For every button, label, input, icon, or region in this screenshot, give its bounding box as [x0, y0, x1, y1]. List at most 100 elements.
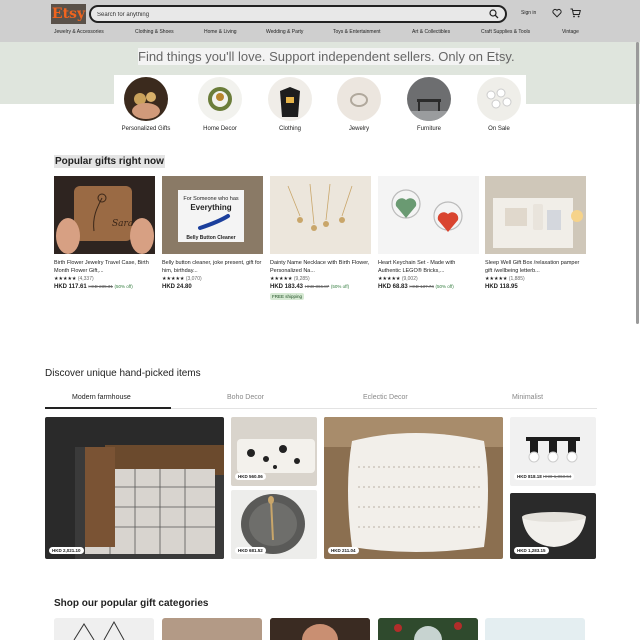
packaging-text-1: For Someone who has: [183, 196, 239, 202]
circle-label-clothing[interactable]: Clothing: [255, 126, 325, 132]
review-count: (3,070): [185, 276, 202, 282]
product-price-2: HKD 24.80: [162, 284, 192, 290]
rating-stars: ★★★★★: [54, 276, 77, 282]
nav-jewelry[interactable]: Jewelry & Accessories: [54, 29, 104, 35]
nav-toys[interactable]: Toys & Entertainment: [333, 29, 381, 35]
sale-price: HKD 68.83: [378, 284, 408, 290]
price-tag-stool: HKD 2,021.10: [49, 547, 84, 554]
original-price: HKD 366.87: [304, 284, 330, 289]
product-title-1[interactable]: Birth Flower Jewelry Travel Case, Birth …: [54, 259, 155, 275]
circle-personalized-gifts[interactable]: [124, 77, 168, 121]
rating-stars: ★★★★★: [378, 276, 401, 282]
product-rating-2: ★★★★★ (3,070): [162, 276, 202, 282]
page-scrollbar[interactable]: [636, 42, 639, 324]
price-tag-bowl: HKD 1,283.15: [514, 547, 549, 554]
gift-category-tile-4[interactable]: [378, 618, 478, 640]
circle-clothing[interactable]: [268, 77, 312, 121]
circle-label-furniture[interactable]: Furniture: [394, 126, 464, 132]
rating-stars: ★★★★★: [485, 276, 508, 282]
original-price: HKD 235.31: [88, 284, 113, 289]
gift-category-tile-2[interactable]: [162, 618, 262, 640]
review-count: (1,885): [508, 276, 525, 282]
product-rating-4: ★★★★★ (9,002): [378, 276, 418, 282]
product-image-4[interactable]: [378, 176, 479, 254]
tab-eclectic-decor[interactable]: Eclectic Decor: [363, 394, 408, 401]
review-count: (9,002): [401, 276, 418, 282]
shop-categories-title: Shop our popular gift categories: [54, 598, 209, 609]
product-rating-3: ★★★★★ (9,285): [270, 276, 310, 282]
tile-stool[interactable]: HKD 2,021.10: [45, 417, 224, 559]
product-price-1: HKD 117.61 HKD 235.31 (50% off): [54, 284, 133, 290]
discover-title: Discover unique hand-picked items: [45, 368, 201, 379]
product-rating-5: ★★★★★ (1,885): [485, 276, 525, 282]
nav-home[interactable]: Home & Living: [204, 29, 237, 35]
category-nav: Jewelry & Accessories Clothing & Shoes H…: [0, 29, 640, 39]
product-image-3[interactable]: [270, 176, 371, 254]
tile-plate[interactable]: HKD 560.06: [231, 417, 317, 486]
product-title-4[interactable]: Heart Keychain Set - Made with Authentic…: [378, 259, 479, 275]
active-tab-indicator: [45, 407, 171, 409]
tab-minimalist[interactable]: Minimalist: [512, 394, 543, 401]
product-price-3: HKD 183.43 HKD 366.87 (50% off): [270, 284, 349, 290]
hero-headline: Find things you'll love. Support indepen…: [138, 48, 515, 65]
tile-bowl[interactable]: HKD 1,283.15: [510, 493, 596, 559]
sale-price: HKD 118.95: [485, 284, 518, 290]
product-title-2[interactable]: Belly button cleaner, joke present, gift…: [162, 259, 263, 275]
original-price: HKD 137.74: [409, 284, 434, 289]
rating-stars: ★★★★★: [162, 276, 185, 282]
tile-tray[interactable]: HKD 681.52: [231, 490, 317, 559]
sale-price: HKD 117.61: [54, 284, 87, 290]
favorites-heart-icon[interactable]: [552, 8, 562, 18]
nav-wedding[interactable]: Wedding & Party: [266, 29, 303, 35]
product-image-5[interactable]: [485, 176, 586, 254]
circle-label-jewelry[interactable]: Jewelry: [324, 126, 394, 132]
tile-pillow[interactable]: HKD 211.04: [324, 417, 503, 559]
circle-label-on-sale[interactable]: On Sale: [464, 126, 534, 132]
search-input[interactable]: [97, 8, 477, 21]
product-rating-1: ★★★★★ (4,337): [54, 276, 94, 282]
discount: (50% off): [330, 284, 350, 289]
nav-vintage[interactable]: Vintage: [562, 29, 579, 35]
sale-price: HKD 183.43: [270, 284, 304, 290]
review-count: (9,285): [293, 276, 310, 282]
circle-label-home-decor[interactable]: Home Decor: [185, 126, 255, 132]
circle-label-personalized[interactable]: Personalized Gifts: [111, 126, 181, 132]
search-bar[interactable]: [89, 5, 507, 23]
product-image-1[interactable]: Sarah: [54, 176, 155, 254]
lamp-sale-price: HKD 818.18: [517, 474, 542, 479]
product-title-3[interactable]: Dainty Name Necklace with Birth Flower, …: [270, 259, 371, 275]
free-shipping-badge: FREE shipping: [270, 293, 305, 300]
nav-clothing[interactable]: Clothing & Shoes: [135, 29, 174, 35]
gift-category-tile-5[interactable]: [485, 618, 585, 640]
product-price-5: HKD 118.95: [485, 284, 518, 290]
review-count: (4,337): [77, 276, 94, 282]
gift-category-tile-3[interactable]: [270, 618, 370, 640]
product-title-5[interactable]: Sleep Well Gift Box /relaxation pamper g…: [485, 259, 586, 275]
popular-gifts-title: Popular gifts right now: [54, 155, 165, 168]
packaging-text-2: Everything: [190, 203, 231, 212]
circle-jewelry[interactable]: [337, 77, 381, 121]
lamp-original-price: HKD 1,363.64: [543, 474, 572, 479]
discount: (50% off): [114, 284, 133, 289]
sale-price: HKD 24.80: [162, 284, 192, 290]
discount: (50% off): [435, 284, 454, 289]
price-tag-plate: HKD 560.06: [235, 473, 266, 480]
nav-art[interactable]: Art & Collectibles: [412, 29, 450, 35]
product-image-2[interactable]: For Someone who has Everything Belly But…: [162, 176, 263, 254]
tab-modern-farmhouse[interactable]: Modern farmhouse: [72, 394, 131, 401]
product-price-4: HKD 68.83 HKD 137.74 (50% off): [378, 284, 454, 290]
circle-furniture[interactable]: [407, 77, 451, 121]
search-icon[interactable]: [489, 9, 499, 19]
nav-craft[interactable]: Craft Supplies & Tools: [481, 29, 530, 35]
cart-icon[interactable]: [570, 8, 581, 18]
sign-in-link[interactable]: Sign in: [521, 10, 536, 16]
tile-lamp[interactable]: HKD 818.18 HKD 1,363.64: [510, 417, 596, 486]
price-tag-lamp: HKD 818.18 HKD 1,363.64: [514, 473, 575, 480]
rating-stars: ★★★★★: [270, 276, 293, 282]
circle-home-decor[interactable]: [198, 77, 242, 121]
price-tag-pillow: HKD 211.04: [328, 547, 359, 554]
tab-boho-decor[interactable]: Boho Decor: [227, 394, 264, 401]
etsy-logo[interactable]: Etsy: [51, 4, 86, 24]
gift-category-tile-1[interactable]: [54, 618, 154, 640]
circle-on-sale[interactable]: [477, 77, 521, 121]
